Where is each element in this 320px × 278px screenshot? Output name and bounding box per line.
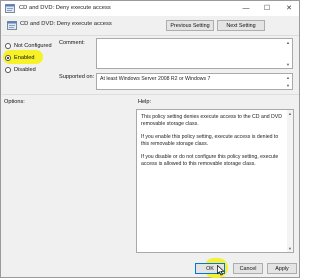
radio-label: Enabled (14, 54, 35, 61)
apply-button[interactable]: Apply (267, 263, 297, 274)
radio-button[interactable] (5, 54, 11, 61)
minimize-button[interactable]: — (238, 1, 254, 15)
policy-setting-icon (5, 4, 15, 13)
help-scrollbar[interactable]: ▲ ▼ (287, 110, 293, 252)
radio-enabled[interactable]: Enabled (5, 53, 35, 62)
comment-label: Comment: (59, 40, 85, 46)
help-paragraph: If you disable or do not configure this … (141, 154, 279, 167)
help-label: Help: (138, 99, 152, 105)
supported-on-field: At least Windows Server 2008 R2 or Windo… (96, 73, 293, 90)
window-title: CD and DVD: Deny execute access (19, 5, 111, 11)
options-pane (4, 109, 133, 253)
title-bar[interactable]: CD and DVD: Deny execute access — ☐ ✕ (1, 1, 299, 16)
previous-setting-button[interactable]: Previous Setting (166, 20, 214, 31)
mouse-pointer-icon (217, 265, 225, 276)
supported-on-value: At least Windows Server 2008 R2 or Windo… (100, 76, 211, 82)
radio-label: Disabled (14, 66, 36, 73)
next-setting-button[interactable]: Next Setting (217, 20, 265, 31)
setting-title: CD and DVD: Deny execute access (20, 21, 112, 27)
radio-not-configured[interactable]: Not Configured (5, 41, 52, 50)
radio-button[interactable] (5, 66, 11, 73)
cancel-button[interactable]: Cancel (233, 263, 263, 274)
section-divider (2, 94, 299, 95)
scroll-up-icon[interactable]: ▲ (287, 111, 293, 116)
maximize-button[interactable]: ☐ (259, 1, 275, 15)
policy-setting-icon (7, 21, 17, 30)
supported-on-label: Supported on: (59, 74, 95, 80)
radio-disabled[interactable]: Disabled (5, 65, 36, 74)
scroll-down-icon[interactable]: ▼ (287, 246, 293, 251)
options-label: Options: (4, 99, 25, 105)
radio-button[interactable] (5, 42, 11, 49)
help-paragraph: If you enable this policy setting, execu… (141, 134, 279, 147)
scroll-up-icon[interactable]: ▲ (285, 75, 291, 80)
scroll-down-icon[interactable]: ▼ (285, 83, 291, 88)
close-button[interactable]: ✕ (281, 1, 297, 15)
help-pane: This policy setting denies execute acces… (136, 109, 294, 253)
scroll-up-icon[interactable]: ▲ (285, 40, 291, 45)
policy-dialog-window: CD and DVD: Deny execute access — ☐ ✕ CD… (0, 0, 300, 278)
scroll-down-icon[interactable]: ▼ (285, 62, 291, 67)
comment-textarea[interactable]: ▲ ▼ (96, 38, 293, 69)
radio-label: Not Configured (14, 42, 52, 49)
help-paragraph: This policy setting denies execute acces… (141, 114, 282, 127)
